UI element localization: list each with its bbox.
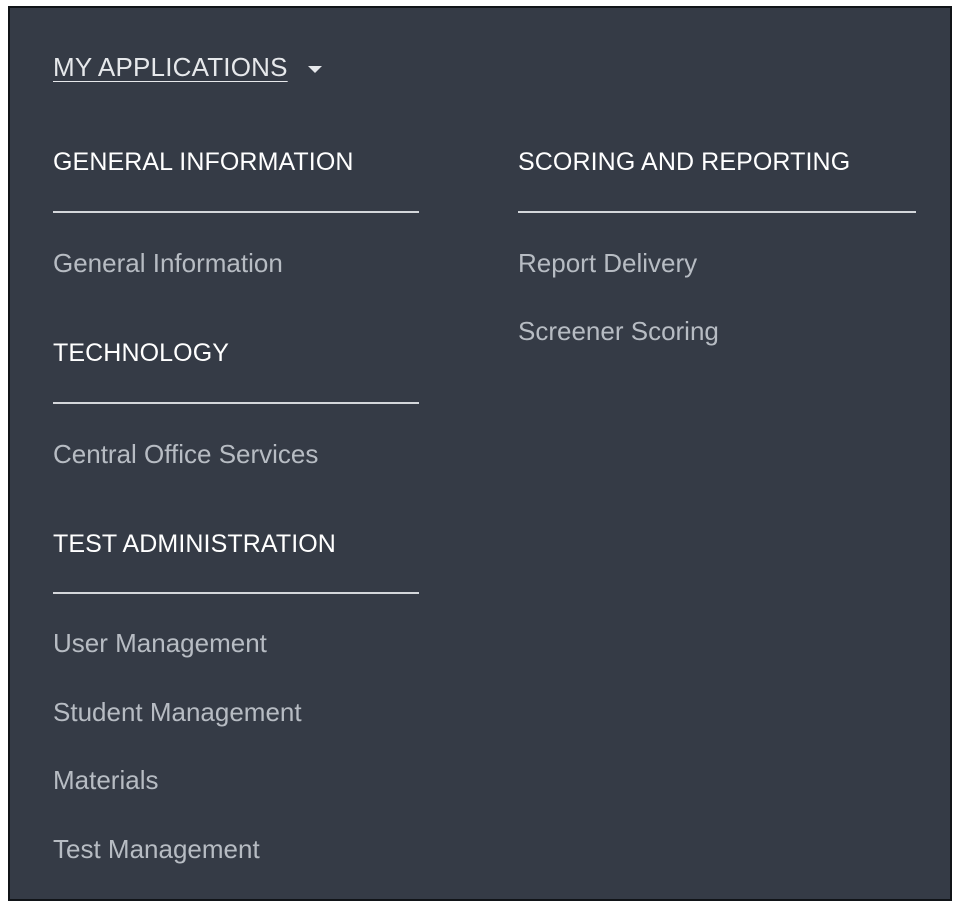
section-divider (53, 592, 419, 594)
section-divider (53, 402, 419, 404)
section-heading-test-administration: TEST ADMINISTRATION (53, 530, 336, 558)
section-heading-scoring-and-reporting: SCORING AND REPORTING (518, 148, 851, 176)
menu-item-test-management[interactable]: Test Management (53, 834, 260, 865)
menu-item-user-management[interactable]: User Management (53, 628, 267, 659)
applications-menu-panel: MY APPLICATIONS GENERAL INFORMATION Gene… (8, 6, 952, 901)
menu-item-materials[interactable]: Materials (53, 765, 158, 796)
section-heading-general-information: GENERAL INFORMATION (53, 148, 354, 176)
menu-item-screener-scoring[interactable]: Screener Scoring (518, 316, 719, 347)
menu-item-general-information[interactable]: General Information (53, 248, 283, 279)
menu-item-central-office-services[interactable]: Central Office Services (53, 439, 318, 470)
my-applications-label[interactable]: MY APPLICATIONS (53, 52, 288, 83)
menu-item-student-management[interactable]: Student Management (53, 697, 302, 728)
section-divider (53, 211, 419, 213)
my-applications-toggle[interactable]: MY APPLICATIONS (53, 52, 322, 83)
section-divider (518, 211, 916, 213)
caret-down-icon[interactable] (307, 66, 322, 73)
menu-item-report-delivery[interactable]: Report Delivery (518, 248, 697, 279)
section-heading-technology: TECHNOLOGY (53, 339, 230, 367)
